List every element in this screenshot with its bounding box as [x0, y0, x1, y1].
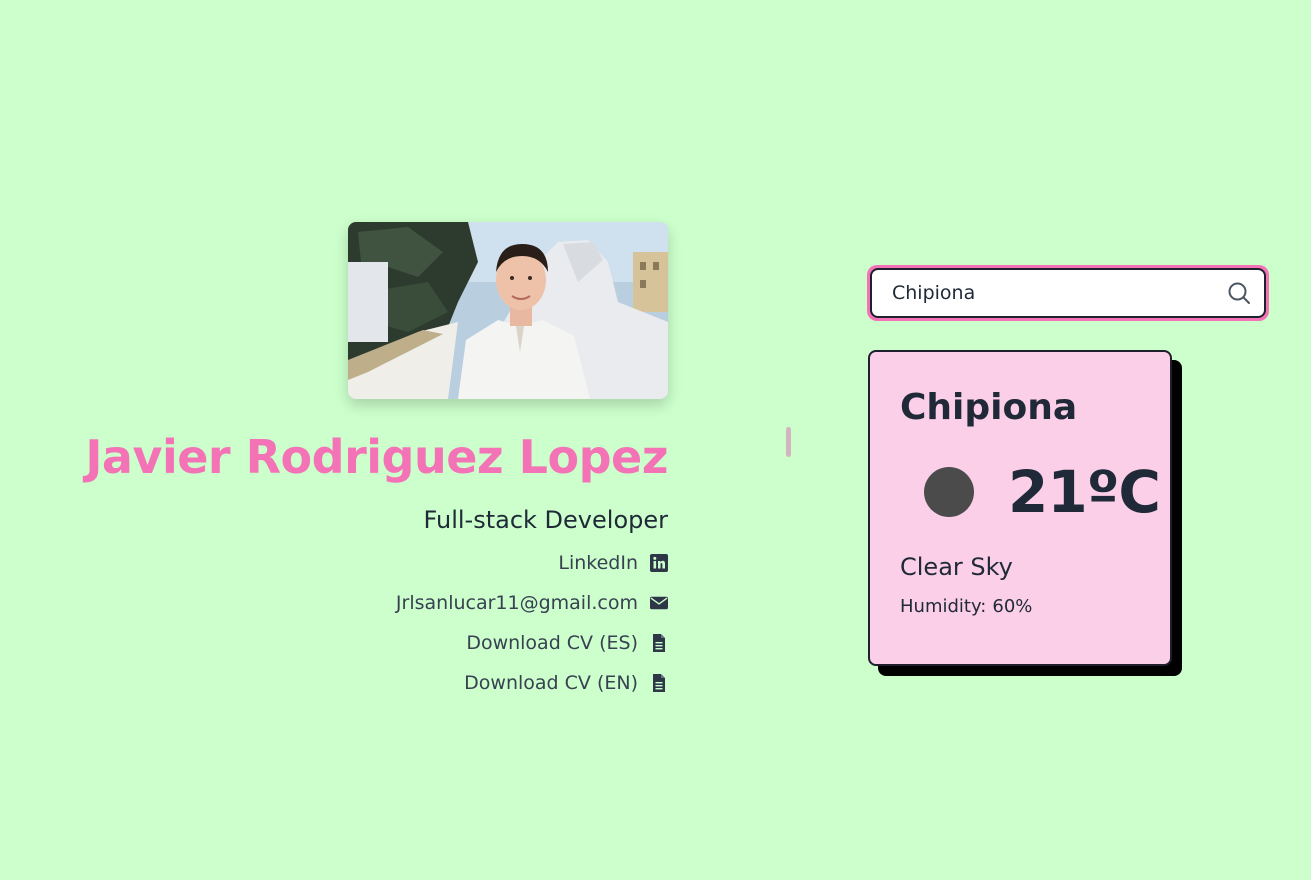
profile-section: Javier Rodriguez Lopez Full-stack Develo… — [48, 222, 668, 703]
weather-card: Chipiona 21ºC Clear Sky Humidity: 60% — [868, 350, 1172, 666]
file-icon — [650, 634, 668, 652]
profile-photo — [348, 222, 668, 399]
linkedin-icon — [650, 554, 668, 572]
email-link[interactable]: Jrlsanlucar11@gmail.com — [396, 583, 668, 623]
weather-temperature: 21ºC — [1008, 458, 1161, 526]
contact-links: LinkedIn Jrlsanlucar11@gmail.com Downloa… — [396, 543, 668, 703]
divider-handle[interactable] — [786, 427, 791, 457]
email-link-label: Jrlsanlucar11@gmail.com — [395, 592, 638, 614]
city-search-input[interactable] — [892, 282, 1226, 304]
humidity-value: 60% — [992, 596, 1033, 617]
search-icon[interactable] — [1226, 280, 1252, 306]
linkedin-link-label: LinkedIn — [558, 552, 638, 574]
humidity-label: Humidity: — [900, 596, 987, 617]
weather-city: Chipiona — [900, 387, 1078, 428]
city-search-box — [867, 265, 1269, 321]
profile-role: Full-stack Developer — [423, 506, 668, 534]
temperature-row: 21ºC — [900, 452, 1161, 532]
weather-status-icon — [924, 467, 974, 517]
portfolio-page: Javier Rodriguez Lopez Full-stack Develo… — [0, 0, 1311, 880]
weather-humidity: Humidity: 60% — [900, 596, 1140, 617]
download-cv-es-link[interactable]: Download CV (ES) — [466, 623, 668, 663]
profile-name: Javier Rodriguez Lopez — [85, 430, 668, 484]
file-icon — [650, 674, 668, 692]
city-search-field — [870, 268, 1266, 318]
weather-description: Clear Sky — [900, 553, 1013, 581]
download-cv-en-link[interactable]: Download CV (EN) — [464, 663, 668, 703]
download-cv-en-label: Download CV (EN) — [464, 672, 638, 694]
linkedin-link[interactable]: LinkedIn — [558, 543, 668, 583]
envelope-icon — [650, 594, 668, 612]
download-cv-es-label: Download CV (ES) — [466, 632, 638, 654]
